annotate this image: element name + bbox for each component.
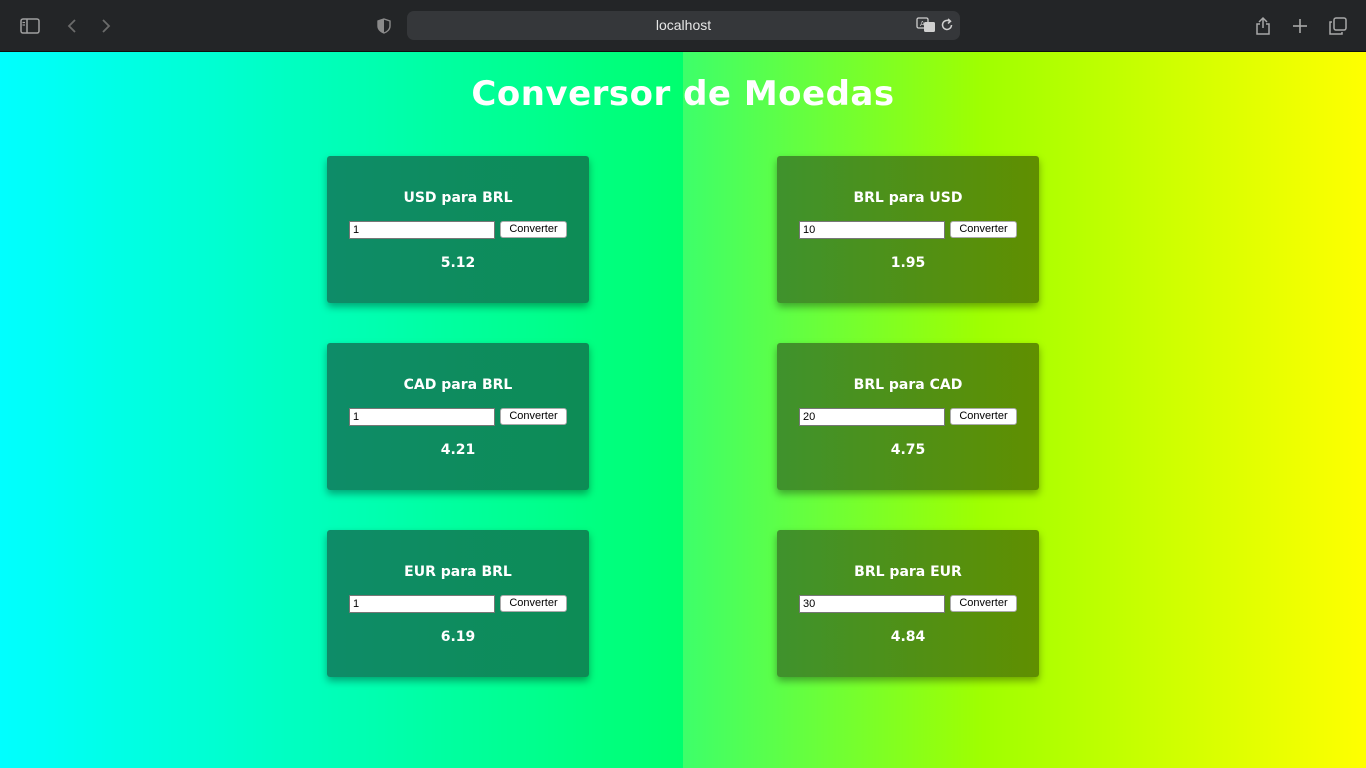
sidebar-icon[interactable] bbox=[18, 14, 42, 38]
back-icon[interactable] bbox=[60, 14, 84, 38]
translate-icon[interactable]: A bbox=[916, 17, 936, 33]
tabs-overview-icon[interactable] bbox=[1326, 14, 1350, 38]
converter-card-usd-brl: USD para BRL Converter 5.12 bbox=[327, 156, 589, 303]
card-title: BRL para CAD bbox=[853, 377, 963, 393]
conversion-result: 4.84 bbox=[890, 629, 926, 645]
converter-card-brl-eur: BRL para EUR Converter 4.84 bbox=[777, 530, 1039, 677]
card-title: EUR para BRL bbox=[404, 564, 512, 580]
convert-button[interactable]: Converter bbox=[500, 408, 567, 425]
convert-button[interactable]: Converter bbox=[950, 221, 1017, 238]
amount-input[interactable] bbox=[799, 221, 945, 239]
forward-icon[interactable] bbox=[94, 14, 118, 38]
new-tab-icon[interactable] bbox=[1288, 14, 1312, 38]
conversion-result: 4.21 bbox=[440, 442, 476, 458]
conversion-result: 1.95 bbox=[890, 255, 926, 271]
address-bar[interactable]: localhost A bbox=[407, 11, 960, 40]
convert-button[interactable]: Converter bbox=[500, 595, 567, 612]
browser-toolbar: localhost A bbox=[0, 0, 1366, 52]
amount-input[interactable] bbox=[799, 408, 945, 426]
page-title: Conversor de Moedas bbox=[471, 74, 895, 114]
url-text: localhost bbox=[655, 17, 712, 33]
conversion-result: 4.75 bbox=[890, 442, 926, 458]
shield-icon[interactable] bbox=[372, 14, 396, 38]
card-title: CAD para BRL bbox=[403, 377, 513, 393]
amount-input[interactable] bbox=[349, 595, 495, 613]
amount-input[interactable] bbox=[349, 221, 495, 239]
amount-input[interactable] bbox=[349, 408, 495, 426]
svg-text:A: A bbox=[920, 20, 925, 28]
amount-input[interactable] bbox=[799, 595, 945, 613]
converter-card-eur-brl: EUR para BRL Converter 6.19 bbox=[327, 530, 589, 677]
share-icon[interactable] bbox=[1251, 14, 1275, 38]
reload-icon[interactable] bbox=[940, 18, 954, 32]
page-body: Conversor de Moedas USD para BRL Convert… bbox=[0, 52, 1366, 768]
conversion-result: 5.12 bbox=[440, 255, 476, 271]
converter-card-cad-brl: CAD para BRL Converter 4.21 bbox=[327, 343, 589, 490]
convert-button[interactable]: Converter bbox=[950, 595, 1017, 612]
convert-button[interactable]: Converter bbox=[500, 221, 567, 238]
converter-card-brl-cad: BRL para CAD Converter 4.75 bbox=[777, 343, 1039, 490]
card-title: BRL para EUR bbox=[854, 564, 962, 580]
conversion-result: 6.19 bbox=[440, 629, 476, 645]
converter-card-brl-usd: BRL para USD Converter 1.95 bbox=[777, 156, 1039, 303]
convert-button[interactable]: Converter bbox=[950, 408, 1017, 425]
card-title: BRL para USD bbox=[853, 190, 963, 206]
card-title: USD para BRL bbox=[403, 190, 513, 206]
